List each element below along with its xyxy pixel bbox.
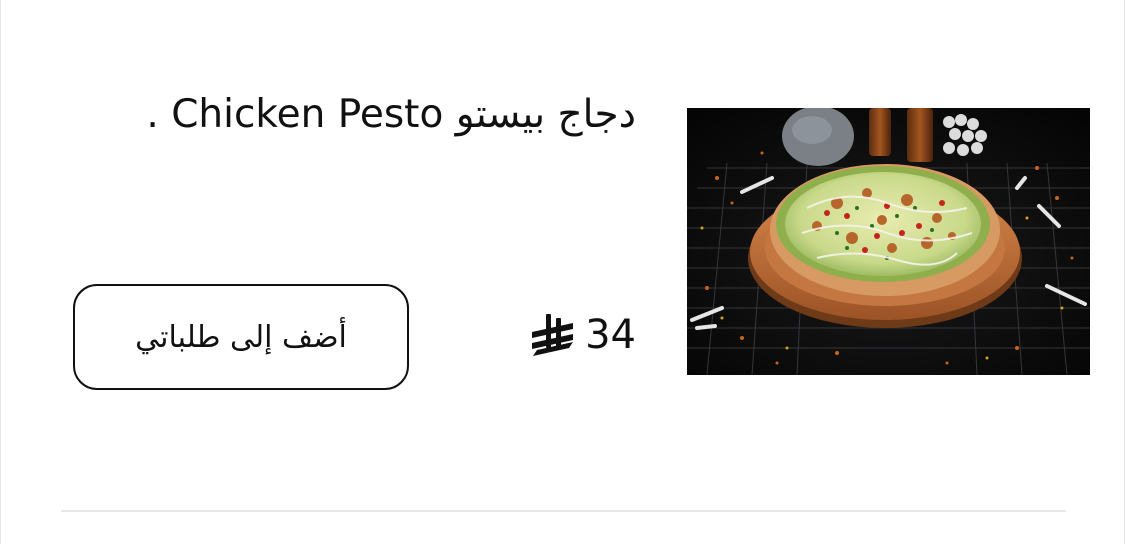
product-image[interactable] — [687, 108, 1090, 375]
product-price: 34 — [529, 312, 636, 358]
saudi-riyal-icon — [532, 314, 574, 356]
divider — [61, 510, 1066, 512]
product-title: دجاج بيستو Chicken Pesto . — [146, 92, 636, 137]
add-to-cart-button[interactable]: أضف إلى طلباتي — [73, 284, 409, 390]
product-card: دجاج بيستو Chicken Pesto . 34 أضف إلى طل… — [0, 0, 1125, 544]
price-value: 34 — [585, 312, 636, 358]
pizza-photo — [687, 108, 1090, 375]
